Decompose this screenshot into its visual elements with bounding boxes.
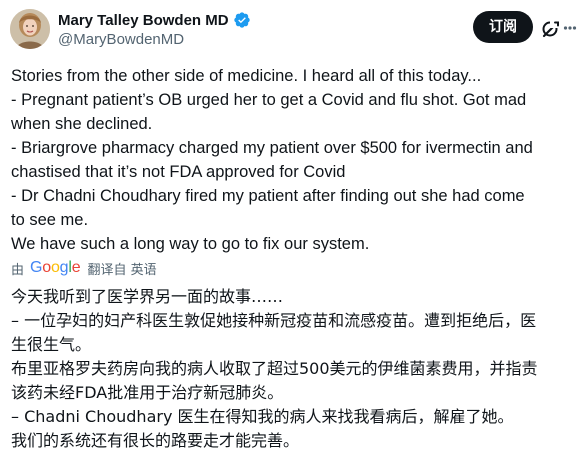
tweet: Mary Talley Bowden MD @MaryBowdenMD 订阅 S… — [0, 0, 587, 451]
tweet-text-line: - Pregnant patient’s OB urged her to get… — [11, 91, 527, 109]
translated-text-line: 布里亚格罗夫药房向我的病人收取了超过500美元的伊维菌素费用，并指责 — [11, 359, 538, 378]
avatar[interactable] — [10, 9, 50, 49]
tweet-header: Mary Talley Bowden MD @MaryBowdenMD 订阅 — [10, 9, 577, 49]
verified-badge-icon[interactable] — [233, 11, 251, 29]
google-logo-letter-6: e — [71, 259, 81, 276]
name-row: Mary Talley Bowden MD — [58, 10, 251, 30]
tweet-text-line: when she declined. — [11, 115, 153, 133]
google-logo-letter-1: G — [30, 259, 43, 276]
translated-text: 今天我听到了医学界另一面的故事…… – 一位孕妇的妇产科医生敦促她接种新冠疫苗和… — [11, 285, 581, 453]
subscribe-button[interactable]: 订阅 — [473, 11, 533, 43]
translation-prefix: 由 — [11, 262, 25, 278]
more-icon[interactable] — [563, 17, 577, 39]
translated-text-line: 该药未经FDA批准用于治疗新冠肺炎。 — [11, 383, 284, 402]
translated-from-link[interactable]: 翻译自 英语 — [87, 259, 156, 278]
tweet-text-line: Stories from the other side of medicine.… — [11, 67, 482, 85]
user-info[interactable]: Mary Talley Bowden MD @MaryBowdenMD — [58, 10, 251, 48]
google-logo-letter-3: o — [50, 259, 60, 276]
tweet-text-line: - Briargrove pharmacy charged my patient… — [11, 139, 533, 157]
tweet-text: Stories from the other side of medicine.… — [11, 64, 581, 256]
google-logo: Google — [30, 259, 81, 277]
tweet-text-line: chastised that it’s not FDA approved for… — [11, 163, 346, 181]
translated-text-line: 生很生气。 — [11, 335, 92, 354]
translated-text-line: 我们的系统还有很长的路要走才能完善。 — [11, 431, 300, 450]
tweet-text-line: to see me. — [11, 211, 89, 229]
translated-text-line: – 一位孕妇的妇产科医生敦促她接种新冠疫苗和流感疫苗。遭到拒绝后，医 — [11, 311, 537, 330]
google-logo-letter-2: o — [42, 259, 51, 276]
translated-text-line: – Chadni Choudhary 医生在得知我的病人来找我看病后，解雇了她。 — [11, 407, 514, 426]
translation-attribution: 由 Google 翻译自 英语 — [11, 258, 157, 278]
tweet-text-line: We have such a long way to go to fix our… — [11, 235, 370, 253]
grok-icon[interactable] — [541, 19, 561, 39]
display-name[interactable]: Mary Talley Bowden MD — [58, 12, 229, 29]
tweet-text-line: - Dr Chadni Choudhary fired my patient a… — [11, 187, 525, 205]
translated-text-line: 今天我听到了医学界另一面的故事…… — [11, 287, 284, 306]
user-handle[interactable]: @MaryBowdenMD — [58, 31, 251, 48]
avatar-image — [10, 9, 50, 49]
